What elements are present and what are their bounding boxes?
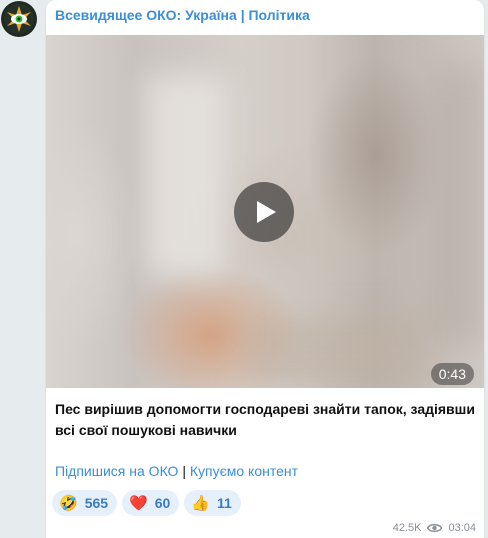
post-links: Підпишися на ОКО | Купуємо контент [55, 463, 298, 479]
reaction-count: 11 [217, 495, 232, 511]
reaction-count: 565 [84, 495, 109, 511]
video-blur-area [246, 315, 426, 385]
video-blur-area [146, 75, 226, 275]
play-icon [257, 201, 276, 223]
reaction-count: 60 [154, 495, 171, 511]
reaction-laugh[interactable]: 🤣 565 [52, 490, 118, 516]
reaction-heart[interactable]: ❤️ 60 [122, 490, 180, 516]
channel-avatar[interactable] [1, 1, 37, 37]
post-caption: Пес вирішив допомогти господареві знайти… [55, 401, 475, 438]
video-preview[interactable]: 0:43 [46, 35, 484, 388]
buy-content-link[interactable]: Купуємо контент [190, 463, 298, 479]
link-separator: | [178, 463, 190, 479]
video-duration: 0:43 [430, 363, 474, 385]
rofl-emoji-icon: 🤣 [59, 494, 78, 512]
reaction-thumbs-up[interactable]: 👍 11 [184, 490, 241, 516]
video-blur-area [426, 65, 484, 345]
channel-name[interactable]: Всевидящее ОКО: Україна | Політика [55, 7, 310, 23]
subscribe-link[interactable]: Підпишися на ОКО [55, 463, 178, 479]
message-bubble: Всевидящее ОКО: Україна | Політика 0:43 … [46, 0, 484, 538]
play-button[interactable] [234, 182, 294, 242]
thumbs-up-emoji-icon: 👍 [191, 494, 210, 512]
message-meta: 42.5K 03:04 [393, 522, 476, 534]
eye-icon [427, 523, 443, 533]
view-count: 42.5K [392, 522, 422, 534]
message-time: 03:04 [448, 522, 476, 534]
reactions-bar: 🤣 565 ❤️ 60 👍 11 [52, 490, 241, 516]
eye-logo-icon [4, 4, 34, 34]
heart-emoji-icon: ❤️ [129, 494, 148, 512]
